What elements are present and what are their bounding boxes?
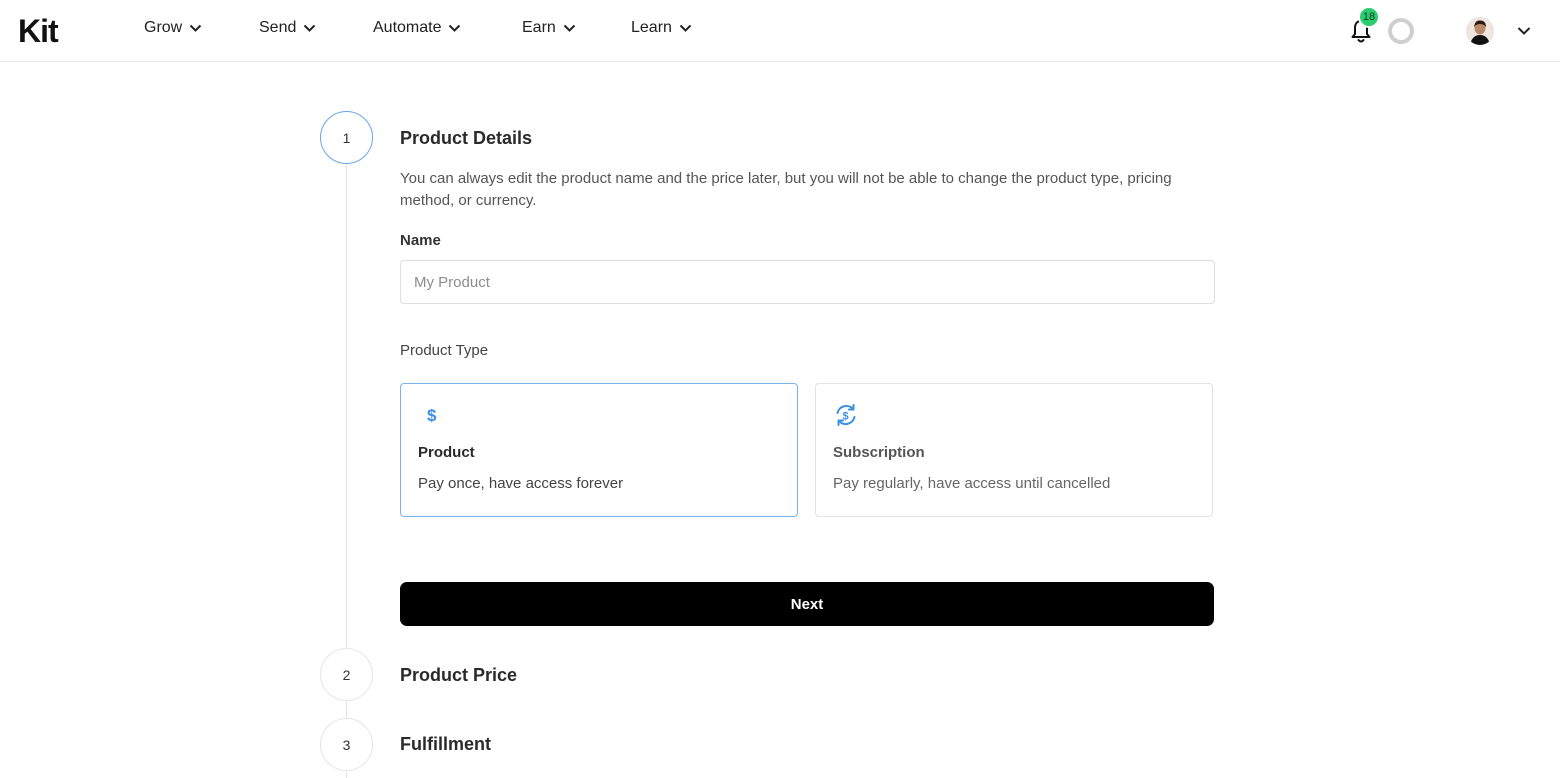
product-name-input[interactable]: [400, 260, 1215, 304]
nav-automate[interactable]: Automate: [373, 19, 461, 37]
nav-grow[interactable]: Grow: [144, 19, 202, 37]
top-navigation: Kit Grow Send Automate Earn Learn 18: [0, 0, 1560, 62]
step-connector: [346, 771, 347, 778]
recurring-dollar-icon: $: [836, 404, 856, 426]
avatar[interactable]: [1466, 17, 1494, 45]
nav-learn[interactable]: Learn: [631, 19, 692, 37]
chevron-down-icon: [449, 24, 461, 32]
step-connector: [346, 701, 347, 718]
notification-badge: 18: [1358, 6, 1380, 28]
nav-learn-label: Learn: [631, 19, 672, 36]
chevron-down-icon: [190, 24, 202, 32]
svg-text:$: $: [843, 411, 849, 423]
nav-grow-label: Grow: [144, 19, 183, 36]
svg-text:Kit: Kit: [18, 15, 59, 47]
nav-send[interactable]: Send: [259, 19, 316, 37]
chevron-down-icon: [563, 24, 576, 32]
kit-logo[interactable]: Kit: [18, 15, 80, 47]
step-3-indicator: 3: [320, 718, 373, 771]
product-type-option-product[interactable]: $ Product Pay once, have access forever: [400, 383, 798, 517]
user-avatar-icon: [1466, 17, 1494, 45]
nav-earn-label: Earn: [522, 19, 556, 36]
nav-send-label: Send: [259, 19, 297, 36]
subscription-type-title: Subscription: [833, 444, 925, 461]
chevron-down-icon: [679, 24, 692, 32]
nav-automate-label: Automate: [373, 19, 442, 36]
dollar-icon: $: [427, 406, 437, 425]
step-1-title: Product Details: [400, 128, 533, 148]
step-connector: [346, 164, 347, 649]
subscription-type-description: Pay regularly, have access until cancell…: [833, 475, 1111, 492]
name-label: Name: [400, 232, 441, 249]
next-button[interactable]: Next: [400, 582, 1214, 626]
chevron-down-icon: [304, 24, 316, 32]
product-type-title: Product: [418, 444, 475, 461]
product-type-description: Pay once, have access forever: [418, 475, 624, 492]
product-type-option-subscription[interactable]: $ Subscription Pay regularly, have acces…: [815, 383, 1213, 517]
account-menu-chevron-icon[interactable]: [1517, 26, 1531, 36]
step-2-indicator: 2: [320, 648, 373, 701]
product-type-label: Product Type: [400, 342, 489, 359]
progress-ring-icon[interactable]: [1388, 18, 1414, 44]
nav-earn[interactable]: Earn: [522, 19, 576, 37]
step-3-title[interactable]: Fulfillment: [400, 734, 491, 755]
product-details-description: You can always edit the product name and…: [400, 170, 1172, 209]
step-1-indicator: 1: [320, 111, 373, 164]
svg-text:$: $: [427, 406, 437, 425]
step-2-title[interactable]: Product Price: [400, 665, 517, 686]
